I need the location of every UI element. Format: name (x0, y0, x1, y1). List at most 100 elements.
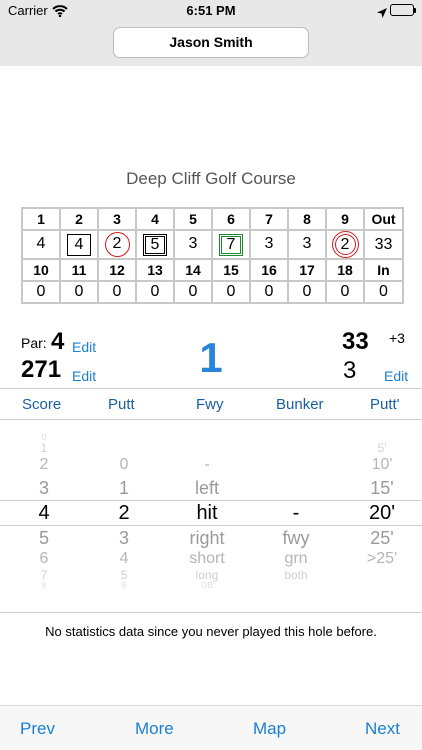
course-name: Deep Cliff Golf Course (126, 169, 296, 188)
score-option: 8 (41, 581, 47, 590)
putt-distance-option-selected: 20' (368, 502, 396, 524)
prev-button[interactable]: Prev (20, 719, 55, 739)
hole-5-score: 3 (188, 234, 198, 252)
hole-18-score[interactable]: 0 (325, 280, 365, 304)
hole-10-score[interactable]: 0 (21, 280, 61, 304)
bunker-option: fwy (282, 528, 310, 548)
divider-top (0, 388, 422, 389)
hole-9-score: 2 (331, 231, 359, 258)
fwy-option: long (195, 568, 219, 582)
hole-1-score: 4 (36, 234, 46, 252)
total-score: 33 (342, 328, 369, 355)
fwy-option: right (189, 528, 225, 548)
scorecard: 1 2 3 4 5 6 7 8 9 Out 4 4 2 5 3 7 3 3 2 … (21, 207, 404, 304)
hole-4-score: 5 (143, 233, 167, 256)
location-arrow-icon (377, 5, 387, 23)
hole-6-score: 7 (219, 233, 243, 256)
more-button[interactable]: More (135, 719, 174, 739)
hole-13-score[interactable]: 0 (135, 280, 175, 304)
hole-17-score[interactable]: 0 (287, 280, 327, 304)
bunker-option: both (284, 568, 308, 582)
hole-8-label: 8 (287, 207, 327, 231)
putt-option-selected: 2 (118, 502, 130, 524)
score-option: 3 (38, 478, 49, 498)
hole-15-score[interactable]: 0 (211, 280, 251, 304)
edit-score-link[interactable]: Edit (384, 368, 408, 384)
hole-3-score: 2 (104, 232, 130, 257)
hole-5-label: 5 (173, 207, 213, 231)
status-time: 6:51 PM (186, 3, 236, 18)
bunker-option-selected: - (292, 502, 300, 524)
in-label: In (363, 258, 404, 282)
score-to-par: +3 (389, 330, 405, 346)
hole-9-label: 9 (325, 207, 365, 231)
hole-8-score: 3 (302, 234, 312, 252)
hole-18-label: 18 (325, 258, 365, 282)
hole-7-label: 7 (249, 207, 289, 231)
score-option: 6 (39, 550, 49, 567)
picker-header-fwy: Fwy (196, 396, 224, 413)
putt-option: 6 (121, 581, 127, 590)
battery-icon (390, 4, 416, 16)
putt-option: 3 (118, 528, 129, 548)
picker-header-score: Score (22, 396, 62, 413)
putt-option: 0 (119, 456, 129, 473)
status-bar: Carrier 6:51 PM (0, 0, 422, 22)
out-label: Out (363, 207, 404, 231)
back-nine-header-row: 10 11 12 13 14 15 16 17 18 In (21, 258, 404, 282)
score-option: 7 (40, 568, 48, 582)
next-button[interactable]: Next (365, 719, 400, 739)
putt-distance-option: 15' (370, 478, 394, 498)
hole-15-label: 15 (211, 258, 251, 282)
hole-1-score-cell[interactable]: 4 (21, 229, 61, 260)
hole-3-label: 3 (97, 207, 137, 231)
front-nine-score-row: 4 4 2 5 3 7 3 3 2 33 (21, 229, 404, 260)
hole-14-score[interactable]: 0 (173, 280, 213, 304)
score-option: 2 (39, 456, 49, 473)
hole-2-label: 2 (59, 207, 99, 231)
hole-12-label: 12 (97, 258, 137, 282)
divider-picker-header (0, 419, 422, 420)
hole-17-label: 17 (287, 258, 327, 282)
hole-7-score-cell[interactable]: 3 (249, 229, 289, 260)
putt-distance-option: 10' (371, 456, 393, 473)
putt-option: 4 (119, 550, 129, 567)
hole-11-score[interactable]: 0 (59, 280, 99, 304)
back-nine-score-row: 0 0 0 0 0 0 0 0 0 0 (21, 280, 404, 304)
score-option: 5 (38, 528, 49, 548)
bottom-toolbar: Prev More Map Next (0, 705, 422, 750)
fwy-option: left (194, 478, 219, 498)
in-total: 0 (363, 280, 404, 304)
putt-option: 1 (118, 478, 129, 498)
hole-11-label: 11 (59, 258, 99, 282)
hole-16-label: 16 (249, 258, 289, 282)
putt-distance-option: 5' (377, 441, 387, 455)
picker-header-bunker: Bunker (276, 396, 324, 413)
hole-1-label: 1 (21, 207, 61, 231)
out-total: 33 (363, 229, 404, 260)
hole-14-label: 14 (173, 258, 213, 282)
hole-9-score-cell[interactable]: 2 (325, 229, 365, 260)
hole-3-score-cell[interactable]: 2 (97, 229, 137, 260)
hole-2-score-cell[interactable]: 4 (59, 229, 99, 260)
fwy-option: OB (201, 581, 213, 590)
current-hole-score: 3 (343, 357, 357, 384)
fwy-option-selected: hit (196, 502, 218, 524)
hole-4-score-cell[interactable]: 5 (135, 229, 175, 260)
player-name-button[interactable]: Jason Smith (113, 27, 309, 58)
hole-6-score-cell[interactable]: 7 (211, 229, 251, 260)
fwy-option: - (204, 456, 210, 473)
picker-header-putt: Putt (108, 396, 135, 413)
putt-option: 5 (120, 568, 128, 582)
hole-16-score[interactable]: 0 (249, 280, 289, 304)
hole-13-label: 13 (135, 258, 175, 282)
map-button[interactable]: Map (253, 719, 286, 739)
hole-10-label: 10 (21, 258, 61, 282)
hole-8-score-cell[interactable]: 3 (287, 229, 327, 260)
score-option: 1 (40, 441, 48, 455)
hole-5-score-cell[interactable]: 3 (173, 229, 213, 260)
putt-distance-option: >25' (366, 550, 398, 567)
bunker-option: grn (284, 550, 308, 567)
hole-12-score[interactable]: 0 (97, 280, 137, 304)
fwy-option: short (189, 550, 225, 567)
